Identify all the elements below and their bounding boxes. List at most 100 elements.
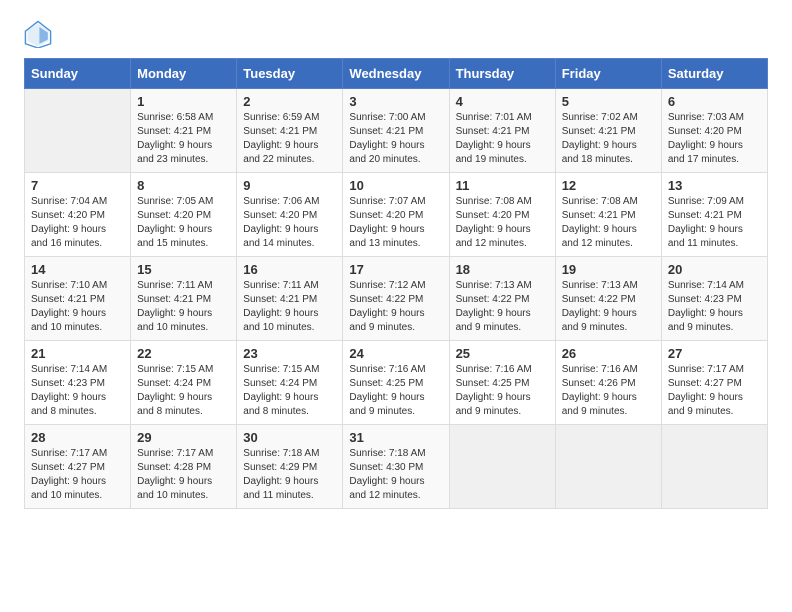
calendar-cell: 15Sunrise: 7:11 AM Sunset: 4:21 PM Dayli… bbox=[131, 257, 237, 341]
logo bbox=[24, 20, 56, 48]
calendar-cell: 11 Sunrise: 7:08 AM Sunset: 4:20 PM Dayli… bbox=[449, 173, 555, 257]
day-number: 14 bbox=[31, 262, 124, 277]
day-number: 27 bbox=[668, 346, 761, 361]
day-info: Sunrise: 7:03 AM Sunset: 4:20 PM Dayligh… bbox=[668, 111, 761, 167]
day-info: Sunrise: 7:16 AM Sunset: 4:25 PM Dayligh… bbox=[456, 363, 549, 419]
day-number: 19 bbox=[562, 262, 655, 277]
day-number: 30 bbox=[243, 430, 336, 445]
day-info: Sunrise: 7:16 AM Sunset: 4:25 PM Dayligh… bbox=[349, 363, 442, 419]
day-info: Sunrise: 7:14 AM Sunset: 4:23 PM Dayligh… bbox=[31, 363, 124, 419]
day-info: Sunrise: 7:13 AM Sunset: 4:22 PM Dayligh… bbox=[562, 279, 655, 335]
calendar-cell: 17 Sunrise: 7:12 AM Sunset: 4:22 PM Dayli… bbox=[343, 257, 449, 341]
calendar-body: 1 Sunrise: 6:58 AM Sunset: 4:21 PM Daylig… bbox=[25, 89, 768, 509]
day-number: 10 bbox=[349, 178, 442, 193]
day-info: Sunrise: 7:09 AM Sunset: 4:21 PM Dayligh… bbox=[668, 195, 761, 251]
calendar-cell: 10 Sunrise: 7:07 AM Sunset: 4:20 PM Dayli… bbox=[343, 173, 449, 257]
day-header-thursday: Thursday bbox=[449, 59, 555, 89]
calendar-cell bbox=[555, 425, 661, 509]
day-number: 6 bbox=[668, 94, 761, 109]
calendar-cell: 22 Sunrise: 7:15 AM Sunset: 4:24 PM Dayli… bbox=[131, 341, 237, 425]
day-info: Sunrise: 6:58 AM Sunset: 4:21 PM Dayligh… bbox=[137, 111, 230, 167]
calendar-cell: 24Sunrise: 7:16 AM Sunset: 4:25 PM Dayli… bbox=[343, 341, 449, 425]
day-number: 26 bbox=[562, 346, 655, 361]
day-info: Sunrise: 7:12 AM Sunset: 4:22 PM Dayligh… bbox=[349, 279, 442, 335]
calendar-cell: 30 Sunrise: 7:18 AM Sunset: 4:29 PM Dayli… bbox=[237, 425, 343, 509]
day-number: 11 bbox=[456, 178, 549, 193]
day-info: Sunrise: 7:08 AM Sunset: 4:20 PM Dayligh… bbox=[456, 195, 549, 251]
calendar-header: SundayMondayTuesdayWednesdayThursdayFrid… bbox=[25, 59, 768, 89]
page-header bbox=[24, 20, 768, 48]
calendar-cell: 31 Sunrise: 7:18 AM Sunset: 4:30 PM Dayli… bbox=[343, 425, 449, 509]
week-row-5: 28Sunrise: 7:17 AM Sunset: 4:27 PM Dayli… bbox=[25, 425, 768, 509]
header-row: SundayMondayTuesdayWednesdayThursdayFrid… bbox=[25, 59, 768, 89]
day-info: Sunrise: 7:11 AM Sunset: 4:21 PM Dayligh… bbox=[137, 279, 230, 335]
day-header-saturday: Saturday bbox=[661, 59, 767, 89]
day-number: 9 bbox=[243, 178, 336, 193]
calendar-cell: 20 Sunrise: 7:14 AM Sunset: 4:23 PM Dayli… bbox=[661, 257, 767, 341]
day-info: Sunrise: 7:07 AM Sunset: 4:20 PM Dayligh… bbox=[349, 195, 442, 251]
calendar-cell: 12 Sunrise: 7:08 AM Sunset: 4:21 PM Dayli… bbox=[555, 173, 661, 257]
day-info: Sunrise: 7:02 AM Sunset: 4:21 PM Dayligh… bbox=[562, 111, 655, 167]
calendar-cell: 19 Sunrise: 7:13 AM Sunset: 4:22 PM Dayli… bbox=[555, 257, 661, 341]
calendar-cell: 13 Sunrise: 7:09 AM Sunset: 4:21 PM Dayli… bbox=[661, 173, 767, 257]
day-info: Sunrise: 7:18 AM Sunset: 4:29 PM Dayligh… bbox=[243, 447, 336, 503]
day-number: 8 bbox=[137, 178, 230, 193]
calendar-cell: 2 Sunrise: 6:59 AM Sunset: 4:21 PM Daylig… bbox=[237, 89, 343, 173]
day-number: 16 bbox=[243, 262, 336, 277]
day-info: Sunrise: 7:15 AM Sunset: 4:24 PM Dayligh… bbox=[137, 363, 230, 419]
week-row-4: 21Sunrise: 7:14 AM Sunset: 4:23 PM Dayli… bbox=[25, 341, 768, 425]
calendar-cell: 3 Sunrise: 7:00 AM Sunset: 4:21 PM Daylig… bbox=[343, 89, 449, 173]
week-row-3: 14 Sunrise: 7:10 AM Sunset: 4:21 PM Dayli… bbox=[25, 257, 768, 341]
day-info: Sunrise: 7:06 AM Sunset: 4:20 PM Dayligh… bbox=[243, 195, 336, 251]
day-info: Sunrise: 7:11 AM Sunset: 4:21 PM Dayligh… bbox=[243, 279, 336, 335]
day-number: 22 bbox=[137, 346, 230, 361]
calendar-cell: 27 Sunrise: 7:17 AM Sunset: 4:27 PM Dayli… bbox=[661, 341, 767, 425]
day-info: Sunrise: 7:01 AM Sunset: 4:21 PM Dayligh… bbox=[456, 111, 549, 167]
day-info: Sunrise: 6:59 AM Sunset: 4:21 PM Dayligh… bbox=[243, 111, 336, 167]
day-number: 2 bbox=[243, 94, 336, 109]
calendar-cell: 29 Sunrise: 7:17 AM Sunset: 4:28 PM Dayli… bbox=[131, 425, 237, 509]
day-number: 13 bbox=[668, 178, 761, 193]
calendar-cell: 1 Sunrise: 6:58 AM Sunset: 4:21 PM Daylig… bbox=[131, 89, 237, 173]
day-number: 7 bbox=[31, 178, 124, 193]
calendar-cell: 7 Sunrise: 7:04 AM Sunset: 4:20 PM Daylig… bbox=[25, 173, 131, 257]
day-number: 1 bbox=[137, 94, 230, 109]
day-number: 31 bbox=[349, 430, 442, 445]
calendar-table: SundayMondayTuesdayWednesdayThursdayFrid… bbox=[24, 58, 768, 509]
calendar-cell: 6 Sunrise: 7:03 AM Sunset: 4:20 PM Daylig… bbox=[661, 89, 767, 173]
day-info: Sunrise: 7:17 AM Sunset: 4:28 PM Dayligh… bbox=[137, 447, 230, 503]
day-number: 29 bbox=[137, 430, 230, 445]
calendar-cell: 21Sunrise: 7:14 AM Sunset: 4:23 PM Dayli… bbox=[25, 341, 131, 425]
calendar-cell: 26 Sunrise: 7:16 AM Sunset: 4:26 PM Dayli… bbox=[555, 341, 661, 425]
day-info: Sunrise: 7:16 AM Sunset: 4:26 PM Dayligh… bbox=[562, 363, 655, 419]
day-number: 25 bbox=[456, 346, 549, 361]
day-number: 20 bbox=[668, 262, 761, 277]
calendar-cell bbox=[25, 89, 131, 173]
day-info: Sunrise: 7:14 AM Sunset: 4:23 PM Dayligh… bbox=[668, 279, 761, 335]
day-info: Sunrise: 7:04 AM Sunset: 4:20 PM Dayligh… bbox=[31, 195, 124, 251]
day-info: Sunrise: 7:15 AM Sunset: 4:24 PM Dayligh… bbox=[243, 363, 336, 419]
day-info: Sunrise: 7:00 AM Sunset: 4:21 PM Dayligh… bbox=[349, 111, 442, 167]
day-info: Sunrise: 7:17 AM Sunset: 4:27 PM Dayligh… bbox=[668, 363, 761, 419]
day-number: 3 bbox=[349, 94, 442, 109]
calendar-cell: 8 Sunrise: 7:05 AM Sunset: 4:20 PM Daylig… bbox=[131, 173, 237, 257]
day-header-friday: Friday bbox=[555, 59, 661, 89]
day-info: Sunrise: 7:08 AM Sunset: 4:21 PM Dayligh… bbox=[562, 195, 655, 251]
day-header-sunday: Sunday bbox=[25, 59, 131, 89]
calendar-cell: 4 Sunrise: 7:01 AM Sunset: 4:21 PM Daylig… bbox=[449, 89, 555, 173]
day-number: 12 bbox=[562, 178, 655, 193]
calendar-cell: 28Sunrise: 7:17 AM Sunset: 4:27 PM Dayli… bbox=[25, 425, 131, 509]
day-number: 5 bbox=[562, 94, 655, 109]
day-info: Sunrise: 7:10 AM Sunset: 4:21 PM Dayligh… bbox=[31, 279, 124, 335]
calendar-cell: 23Sunrise: 7:15 AM Sunset: 4:24 PM Dayli… bbox=[237, 341, 343, 425]
day-number: 4 bbox=[456, 94, 549, 109]
calendar-cell: 18Sunrise: 7:13 AM Sunset: 4:22 PM Dayli… bbox=[449, 257, 555, 341]
day-info: Sunrise: 7:17 AM Sunset: 4:27 PM Dayligh… bbox=[31, 447, 124, 503]
day-info: Sunrise: 7:05 AM Sunset: 4:20 PM Dayligh… bbox=[137, 195, 230, 251]
day-number: 17 bbox=[349, 262, 442, 277]
calendar-cell: 25 Sunrise: 7:16 AM Sunset: 4:25 PM Dayli… bbox=[449, 341, 555, 425]
day-info: Sunrise: 7:13 AM Sunset: 4:22 PM Dayligh… bbox=[456, 279, 549, 335]
day-info: Sunrise: 7:18 AM Sunset: 4:30 PM Dayligh… bbox=[349, 447, 442, 503]
logo-icon bbox=[24, 20, 52, 48]
calendar-cell bbox=[449, 425, 555, 509]
